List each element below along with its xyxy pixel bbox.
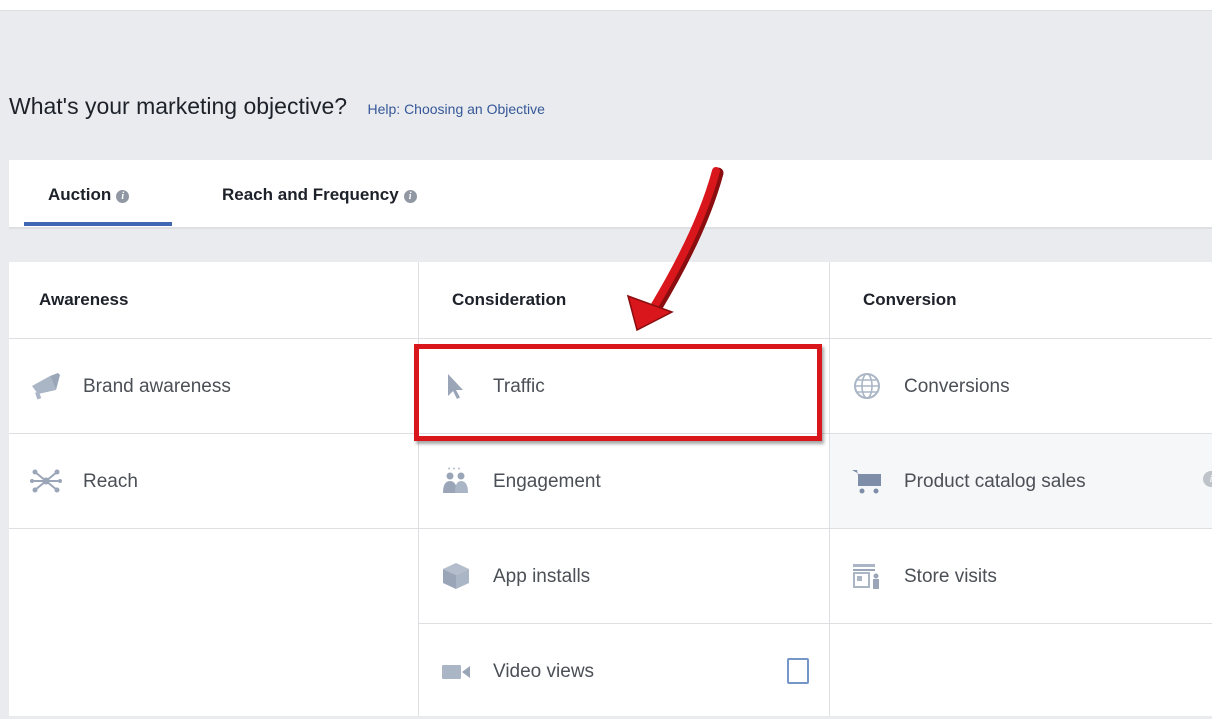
objective-reach[interactable]: Reach [9,434,418,529]
objective-heading: What's your marketing objective? Help: C… [9,93,545,120]
objective-store-visits[interactable]: Store visits [830,529,1212,624]
objective-label: Video views [493,661,595,682]
box-icon [440,562,472,590]
awareness-column: Awareness Brand awareness Reach [9,262,418,716]
shopping-cart-icon [851,467,883,495]
objective-label: Traffic [493,376,545,397]
objective-conversions[interactable]: Conversions [830,339,1212,434]
top-divider [0,10,1212,11]
store-icon [851,562,883,590]
objective-label: App installs [493,566,591,587]
reach-star-icon [30,467,62,495]
video-camera-icon [440,657,472,685]
objective-traffic[interactable]: Traffic [419,339,829,434]
info-icon[interactable]: i [1203,471,1212,487]
help-link[interactable]: Help: Choosing an Objective [368,101,545,117]
conversion-header: Conversion [830,262,1212,339]
buying-type-tabs: Auction i Reach and Frequency i [9,160,1212,229]
objective-label: Product catalog sales [904,471,1086,492]
objective-brand-awareness[interactable]: Brand awareness [9,339,418,434]
globe-icon [851,372,883,400]
objective-grid: Awareness Brand awareness Reach Consider… [9,262,1212,716]
megaphone-icon [30,372,62,400]
objective-label: Reach [83,471,138,492]
tab-auction[interactable]: Auction i [48,160,130,227]
info-icon[interactable]: i [116,190,130,203]
tab-reach-and-frequency[interactable]: Reach and Frequency i [222,160,417,227]
tab-reach-frequency-label: Reach and Frequency [222,185,399,204]
objective-label: Engagement [493,471,601,492]
empty-cell [830,624,1212,719]
consideration-column: Consideration Traffic Engagement App ins… [418,262,829,716]
conversion-column: Conversion Conversions Product catalog s… [829,262,1212,716]
objective-app-installs[interactable]: App installs [419,529,829,624]
people-icon [440,467,472,495]
tab-auction-label: Auction [48,185,112,204]
objective-video-views[interactable]: Video views [419,624,829,719]
cursor-icon [440,372,472,400]
video-views-checkbox[interactable] [787,658,809,684]
objective-label: Store visits [904,566,997,587]
objective-product-catalog-sales[interactable]: Product catalog sales i [830,434,1212,529]
active-tab-indicator [24,222,172,226]
top-edge [0,0,1212,10]
consideration-header: Consideration [419,262,829,339]
info-icon[interactable]: i [403,190,417,203]
objective-label: Brand awareness [83,376,231,397]
page-title: What's your marketing objective? [9,93,348,119]
objective-engagement[interactable]: Engagement [419,434,829,529]
objective-label: Conversions [904,376,1010,397]
awareness-header: Awareness [9,262,418,339]
